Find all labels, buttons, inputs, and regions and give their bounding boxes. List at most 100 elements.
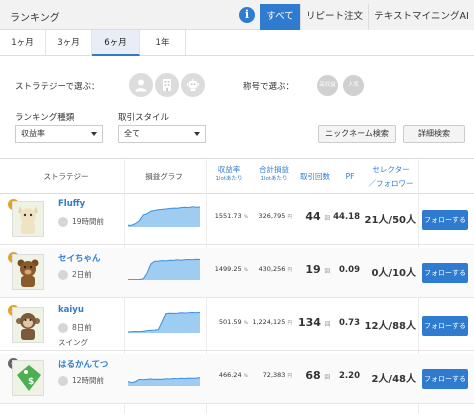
strategy-name-link[interactable]: Fluffy xyxy=(58,199,85,209)
times-unit: 回 xyxy=(324,216,330,222)
table-row: 4 $ はるかんてつ 12時間前 466.24 % 72,383 円 68 回 … xyxy=(0,354,474,404)
robot-icon[interactable] xyxy=(181,73,205,97)
total-pl-value: 430,256 xyxy=(258,265,286,273)
follow-button[interactable]: フォローする xyxy=(422,316,468,336)
avatar[interactable]: $ xyxy=(12,360,44,396)
last-updated: 8日前 xyxy=(58,322,92,333)
return-rate-value: 1551.73 xyxy=(214,212,242,220)
col-graph: 損益グラフ xyxy=(145,172,183,181)
return-rate-cell: 501.59 % xyxy=(208,318,248,326)
times-unit: 回 xyxy=(324,269,330,275)
percent-unit: % xyxy=(243,374,248,379)
detail-search-button[interactable]: 詳細検索 xyxy=(403,125,465,143)
selector-follower-value: 0人/10人 xyxy=(371,268,416,279)
total-pl-cell: 326,795 円 xyxy=(252,212,292,220)
yen-unit: 円 xyxy=(287,374,293,379)
selector-follower-value: 21人/50人 xyxy=(364,215,416,226)
sparkline-area xyxy=(128,312,200,333)
total-pl-cell: 1,224,125 円 xyxy=(252,318,292,326)
chevron-down-icon xyxy=(91,132,97,136)
nickname-search-button[interactable]: ニックネーム検索 xyxy=(318,125,396,143)
info-icon[interactable]: i xyxy=(239,7,255,23)
col-follower-label: ／フォロワー xyxy=(368,179,414,188)
header-bar: ランキング i すべて リピート注文 テキストマイニングAI xyxy=(0,0,474,30)
col-total-pl[interactable]: 合計損益 1lotあたり xyxy=(254,165,294,183)
col-selector-follower[interactable]: セレクター ／フォロワー xyxy=(364,163,418,191)
col-total-pl-label: 合計損益 xyxy=(259,165,289,174)
col-pf[interactable]: PF xyxy=(336,172,364,182)
trades-cell: 19 回 xyxy=(298,263,330,276)
high-return-badge[interactable]: 高収益 xyxy=(317,75,338,96)
follow-button[interactable]: フォローする xyxy=(422,369,468,389)
trade-style-value: 全て xyxy=(124,129,140,138)
selector-follower-value: 12人/88人 xyxy=(364,321,416,332)
col-return-rate[interactable]: 収益率 1lotあたり xyxy=(208,165,250,183)
building-icon[interactable] xyxy=(155,73,179,97)
strategy-name-link[interactable]: はるかんてつ xyxy=(58,358,108,370)
trades-value: 68 xyxy=(305,369,321,382)
strategy-name-link[interactable]: kaiyu xyxy=(58,305,84,315)
trades-value: 19 xyxy=(305,263,321,276)
percent-unit: % xyxy=(243,268,248,273)
ranking-type-select[interactable]: 収益率 xyxy=(15,125,103,143)
total-pl-cell: 430,256 円 xyxy=(252,265,292,273)
sparkline-area xyxy=(128,206,200,227)
tab-all[interactable]: すべて xyxy=(260,4,300,30)
ranking-type-value: 収益率 xyxy=(21,129,45,138)
svg-text:$: $ xyxy=(28,377,34,387)
title-filter-label: 称号で選ぶ： xyxy=(243,82,295,92)
trades-value: 44 xyxy=(305,210,321,223)
strategy-filter-label: ストラテジーで選ぶ： xyxy=(15,82,100,92)
period-tabs: 1ヶ月 3ヶ月 6ヶ月 1年 xyxy=(0,30,474,56)
tab-text-mining-ai[interactable]: テキストマイニングAI xyxy=(368,4,474,30)
avatar[interactable] xyxy=(12,201,44,237)
period-tab-3m[interactable]: 3ヶ月 xyxy=(46,30,92,56)
trades-cell: 134 回 xyxy=(298,316,330,329)
col-total-pl-sub: 1lotあたり xyxy=(260,176,288,182)
last-updated-text: 12時間前 xyxy=(72,376,105,385)
total-pl-value: 326,795 xyxy=(258,212,286,220)
trade-style-tag: スイング xyxy=(58,338,88,347)
last-updated: 12時間前 xyxy=(58,375,104,386)
pl-sparkline xyxy=(128,258,200,280)
return-rate-value: 1499.25 xyxy=(214,265,242,273)
popular-badge[interactable]: 人気 xyxy=(343,75,364,96)
pf-value: 0.09 xyxy=(339,265,360,275)
trade-style-select[interactable]: 全て xyxy=(118,125,206,143)
follow-button[interactable]: フォローする xyxy=(422,210,468,230)
person-icon[interactable] xyxy=(129,73,153,97)
return-rate-cell: 466.24 % xyxy=(208,371,248,379)
col-return-rate-label: 収益率 xyxy=(217,165,241,174)
follow-button[interactable]: フォローする xyxy=(422,263,468,283)
percent-unit: % xyxy=(243,215,248,220)
col-trades[interactable]: 取引回数 xyxy=(296,172,334,182)
ranking-type-label: ランキング種類 xyxy=(15,113,75,123)
pf-value: 44.18 xyxy=(333,212,360,222)
tab-repeat-order[interactable]: リピート注文 xyxy=(300,4,368,30)
page-title: ランキング xyxy=(10,13,60,24)
selector-follower-value: 2人/48人 xyxy=(371,374,416,385)
return-rate-value: 501.59 xyxy=(218,318,242,326)
user-icon xyxy=(58,375,68,386)
last-updated-text: 19時間前 xyxy=(72,217,105,226)
sparkline-area xyxy=(128,259,200,280)
user-icon xyxy=(58,216,68,227)
yen-unit: 円 xyxy=(287,321,293,326)
pf-value: 0.73 xyxy=(339,318,360,328)
trades-cell: 68 回 xyxy=(298,369,330,382)
period-tab-1m[interactable]: 1ヶ月 xyxy=(0,30,46,56)
period-tab-6m[interactable]: 6ヶ月 xyxy=(92,30,140,56)
total-pl-cell: 72,383 円 xyxy=(252,371,292,379)
avatar[interactable] xyxy=(12,254,44,290)
last-updated-text: 8日前 xyxy=(72,323,92,332)
avatar[interactable] xyxy=(12,307,44,343)
col-return-rate-sub: 1lotあたり xyxy=(215,176,243,182)
last-updated-text: 2日前 xyxy=(72,270,92,279)
col-selector-label: セレクター xyxy=(372,165,410,174)
trades-cell: 44 回 xyxy=(298,210,330,223)
pf-value: 2.20 xyxy=(339,371,360,381)
period-tab-1y[interactable]: 1年 xyxy=(140,30,186,56)
return-rate-value: 466.24 xyxy=(218,371,242,379)
total-pl-value: 1,224,125 xyxy=(252,318,286,326)
strategy-name-link[interactable]: セイちゃん xyxy=(58,252,101,264)
